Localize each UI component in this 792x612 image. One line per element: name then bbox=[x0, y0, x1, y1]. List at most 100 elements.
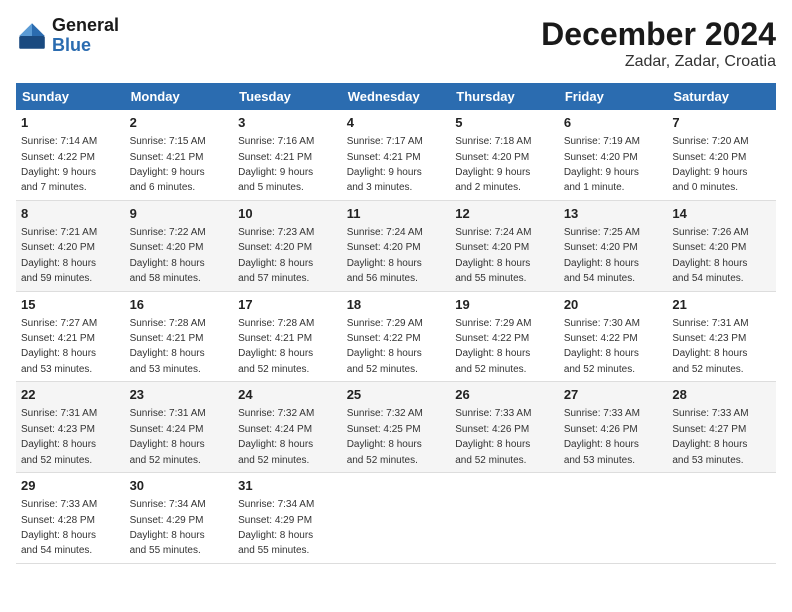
day-info: Sunrise: 7:33 AM Sunset: 4:26 PM Dayligh… bbox=[455, 408, 531, 465]
day-number: 25 bbox=[347, 386, 446, 404]
day-number: 5 bbox=[455, 114, 554, 132]
day-info: Sunrise: 7:18 AM Sunset: 4:20 PM Dayligh… bbox=[455, 136, 531, 193]
day-number: 22 bbox=[21, 386, 120, 404]
day-info: Sunrise: 7:25 AM Sunset: 4:20 PM Dayligh… bbox=[564, 227, 640, 284]
day-number: 14 bbox=[672, 205, 771, 223]
column-header-monday: Monday bbox=[125, 83, 234, 110]
day-number: 9 bbox=[130, 205, 229, 223]
day-info: Sunrise: 7:21 AM Sunset: 4:20 PM Dayligh… bbox=[21, 227, 97, 284]
calendar-cell: 7Sunrise: 7:20 AM Sunset: 4:20 PM Daylig… bbox=[667, 110, 776, 200]
day-number: 31 bbox=[238, 477, 337, 495]
day-number: 28 bbox=[672, 386, 771, 404]
calendar-cell: 2Sunrise: 7:15 AM Sunset: 4:21 PM Daylig… bbox=[125, 110, 234, 200]
calendar-cell: 13 Sunrise: 7:25 AM Sunset: 4:20 PM Dayli… bbox=[559, 200, 668, 291]
day-number: 30 bbox=[130, 477, 229, 495]
calendar-cell: 4Sunrise: 7:17 AM Sunset: 4:21 PM Daylig… bbox=[342, 110, 451, 200]
column-header-tuesday: Tuesday bbox=[233, 83, 342, 110]
day-info: Sunrise: 7:31 AM Sunset: 4:24 PM Dayligh… bbox=[130, 408, 206, 465]
calendar-cell: 19 Sunrise: 7:29 AM Sunset: 4:22 PM Dayli… bbox=[450, 291, 559, 382]
day-info: Sunrise: 7:27 AM Sunset: 4:21 PM Dayligh… bbox=[21, 318, 97, 375]
day-info: Sunrise: 7:31 AM Sunset: 4:23 PM Dayligh… bbox=[672, 318, 748, 375]
calendar-cell: 28 Sunrise: 7:33 AM Sunset: 4:27 PM Dayli… bbox=[667, 382, 776, 473]
day-number: 15 bbox=[21, 296, 120, 314]
day-number: 29 bbox=[21, 477, 120, 495]
logo-line2: Blue bbox=[52, 36, 119, 56]
day-number: 19 bbox=[455, 296, 554, 314]
day-number: 10 bbox=[238, 205, 337, 223]
calendar-week-row: 22Sunrise: 7:31 AM Sunset: 4:23 PM Dayli… bbox=[16, 382, 776, 473]
day-number: 26 bbox=[455, 386, 554, 404]
day-info: Sunrise: 7:33 AM Sunset: 4:28 PM Dayligh… bbox=[21, 499, 97, 556]
page-header: General Blue December 2024 Zadar, Zadar,… bbox=[16, 16, 776, 71]
calendar-cell bbox=[559, 473, 668, 564]
column-header-sunday: Sunday bbox=[16, 83, 125, 110]
title-block: December 2024 Zadar, Zadar, Croatia bbox=[541, 16, 776, 71]
day-info: Sunrise: 7:14 AM Sunset: 4:22 PM Dayligh… bbox=[21, 136, 97, 193]
column-header-saturday: Saturday bbox=[667, 83, 776, 110]
day-info: Sunrise: 7:30 AM Sunset: 4:22 PM Dayligh… bbox=[564, 318, 640, 375]
calendar-cell: 12Sunrise: 7:24 AM Sunset: 4:20 PM Dayli… bbox=[450, 200, 559, 291]
day-info: Sunrise: 7:23 AM Sunset: 4:20 PM Dayligh… bbox=[238, 227, 314, 284]
calendar-cell: 23Sunrise: 7:31 AM Sunset: 4:24 PM Dayli… bbox=[125, 382, 234, 473]
calendar-cell: 22Sunrise: 7:31 AM Sunset: 4:23 PM Dayli… bbox=[16, 382, 125, 473]
calendar-cell: 3 Sunrise: 7:16 AM Sunset: 4:21 PM Daylig… bbox=[233, 110, 342, 200]
logo: General Blue bbox=[16, 16, 119, 56]
day-info: Sunrise: 7:29 AM Sunset: 4:22 PM Dayligh… bbox=[347, 318, 423, 375]
calendar-cell: 1 Sunrise: 7:14 AM Sunset: 4:22 PM Daylig… bbox=[16, 110, 125, 200]
day-info: Sunrise: 7:34 AM Sunset: 4:29 PM Dayligh… bbox=[130, 499, 206, 556]
day-number: 27 bbox=[564, 386, 663, 404]
calendar-table: SundayMondayTuesdayWednesdayThursdayFrid… bbox=[16, 83, 776, 564]
calendar-cell: 5 Sunrise: 7:18 AM Sunset: 4:20 PM Daylig… bbox=[450, 110, 559, 200]
day-info: Sunrise: 7:34 AM Sunset: 4:29 PM Dayligh… bbox=[238, 499, 314, 556]
day-info: Sunrise: 7:19 AM Sunset: 4:20 PM Dayligh… bbox=[564, 136, 640, 193]
day-number: 17 bbox=[238, 296, 337, 314]
column-header-thursday: Thursday bbox=[450, 83, 559, 110]
day-info: Sunrise: 7:29 AM Sunset: 4:22 PM Dayligh… bbox=[455, 318, 531, 375]
calendar-cell: 6 Sunrise: 7:19 AM Sunset: 4:20 PM Daylig… bbox=[559, 110, 668, 200]
day-info: Sunrise: 7:28 AM Sunset: 4:21 PM Dayligh… bbox=[238, 318, 314, 375]
calendar-header-row: SundayMondayTuesdayWednesdayThursdayFrid… bbox=[16, 83, 776, 110]
day-info: Sunrise: 7:33 AM Sunset: 4:27 PM Dayligh… bbox=[672, 408, 748, 465]
calendar-cell: 11Sunrise: 7:24 AM Sunset: 4:20 PM Dayli… bbox=[342, 200, 451, 291]
day-info: Sunrise: 7:24 AM Sunset: 4:20 PM Dayligh… bbox=[455, 227, 531, 284]
day-number: 6 bbox=[564, 114, 663, 132]
calendar-cell: 18Sunrise: 7:29 AM Sunset: 4:22 PM Dayli… bbox=[342, 291, 451, 382]
calendar-cell: 14 Sunrise: 7:26 AM Sunset: 4:20 PM Dayli… bbox=[667, 200, 776, 291]
calendar-cell: 25 Sunrise: 7:32 AM Sunset: 4:25 PM Dayli… bbox=[342, 382, 451, 473]
day-info: Sunrise: 7:32 AM Sunset: 4:24 PM Dayligh… bbox=[238, 408, 314, 465]
day-info: Sunrise: 7:20 AM Sunset: 4:20 PM Dayligh… bbox=[672, 136, 748, 193]
calendar-cell bbox=[667, 473, 776, 564]
calendar-cell: 10 Sunrise: 7:23 AM Sunset: 4:20 PM Dayli… bbox=[233, 200, 342, 291]
day-number: 16 bbox=[130, 296, 229, 314]
day-number: 21 bbox=[672, 296, 771, 314]
day-number: 24 bbox=[238, 386, 337, 404]
calendar-cell: 30 Sunrise: 7:34 AM Sunset: 4:29 PM Dayli… bbox=[125, 473, 234, 564]
day-number: 8 bbox=[21, 205, 120, 223]
page-title: December 2024 bbox=[541, 16, 776, 53]
day-info: Sunrise: 7:22 AM Sunset: 4:20 PM Dayligh… bbox=[130, 227, 206, 284]
calendar-cell: 21 Sunrise: 7:31 AM Sunset: 4:23 PM Dayli… bbox=[667, 291, 776, 382]
calendar-cell: 8 Sunrise: 7:21 AM Sunset: 4:20 PM Daylig… bbox=[16, 200, 125, 291]
day-number: 1 bbox=[21, 114, 120, 132]
logo-line1: General bbox=[52, 16, 119, 36]
calendar-cell: 20 Sunrise: 7:30 AM Sunset: 4:22 PM Dayli… bbox=[559, 291, 668, 382]
day-info: Sunrise: 7:32 AM Sunset: 4:25 PM Dayligh… bbox=[347, 408, 423, 465]
day-info: Sunrise: 7:24 AM Sunset: 4:20 PM Dayligh… bbox=[347, 227, 423, 284]
day-number: 20 bbox=[564, 296, 663, 314]
calendar-cell: 29 Sunrise: 7:33 AM Sunset: 4:28 PM Dayli… bbox=[16, 473, 125, 564]
calendar-week-row: 29 Sunrise: 7:33 AM Sunset: 4:28 PM Dayli… bbox=[16, 473, 776, 564]
calendar-cell bbox=[342, 473, 451, 564]
column-header-friday: Friday bbox=[559, 83, 668, 110]
day-info: Sunrise: 7:26 AM Sunset: 4:20 PM Dayligh… bbox=[672, 227, 748, 284]
day-info: Sunrise: 7:17 AM Sunset: 4:21 PM Dayligh… bbox=[347, 136, 423, 193]
day-info: Sunrise: 7:16 AM Sunset: 4:21 PM Dayligh… bbox=[238, 136, 314, 193]
calendar-cell: 9 Sunrise: 7:22 AM Sunset: 4:20 PM Daylig… bbox=[125, 200, 234, 291]
day-number: 13 bbox=[564, 205, 663, 223]
calendar-cell: 17 Sunrise: 7:28 AM Sunset: 4:21 PM Dayli… bbox=[233, 291, 342, 382]
calendar-cell: 26 Sunrise: 7:33 AM Sunset: 4:26 PM Dayli… bbox=[450, 382, 559, 473]
page-subtitle: Zadar, Zadar, Croatia bbox=[541, 53, 776, 71]
calendar-cell bbox=[450, 473, 559, 564]
day-number: 3 bbox=[238, 114, 337, 132]
logo-icon bbox=[16, 20, 48, 52]
column-header-wednesday: Wednesday bbox=[342, 83, 451, 110]
